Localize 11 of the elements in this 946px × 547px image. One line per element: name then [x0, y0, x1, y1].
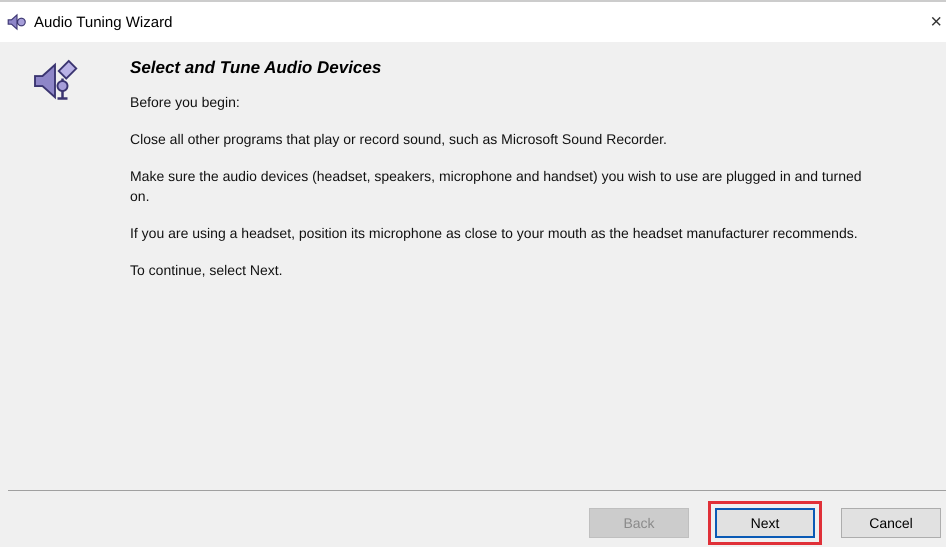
instruction-text: If you are using a headset, position its microphone as close to your mouth as the headset manufacturer recommends.: [130, 224, 859, 243]
instruction-text: Close all other programs that play or record sound, such as Microsoft Sound Recorder.: [130, 130, 668, 149]
close-button[interactable]: ×: [930, 10, 942, 34]
speaker-microphone-icon: [6, 11, 28, 33]
window-title: Audio Tuning Wizard: [34, 14, 174, 30]
wizard-button[interactable]: Cancel: [841, 508, 941, 538]
instruction-text: To continue, select Next.: [130, 261, 284, 280]
instruction-text: Before you begin:: [130, 93, 241, 112]
instruction-text: Make sure the audio devices (headset, speakers, microphone and handset) you wish to use are plugged in and turned on.: [130, 167, 863, 206]
page-heading: Select and Tune Audio Devices: [130, 58, 382, 78]
wizard-button[interactable]: Next: [715, 508, 815, 538]
